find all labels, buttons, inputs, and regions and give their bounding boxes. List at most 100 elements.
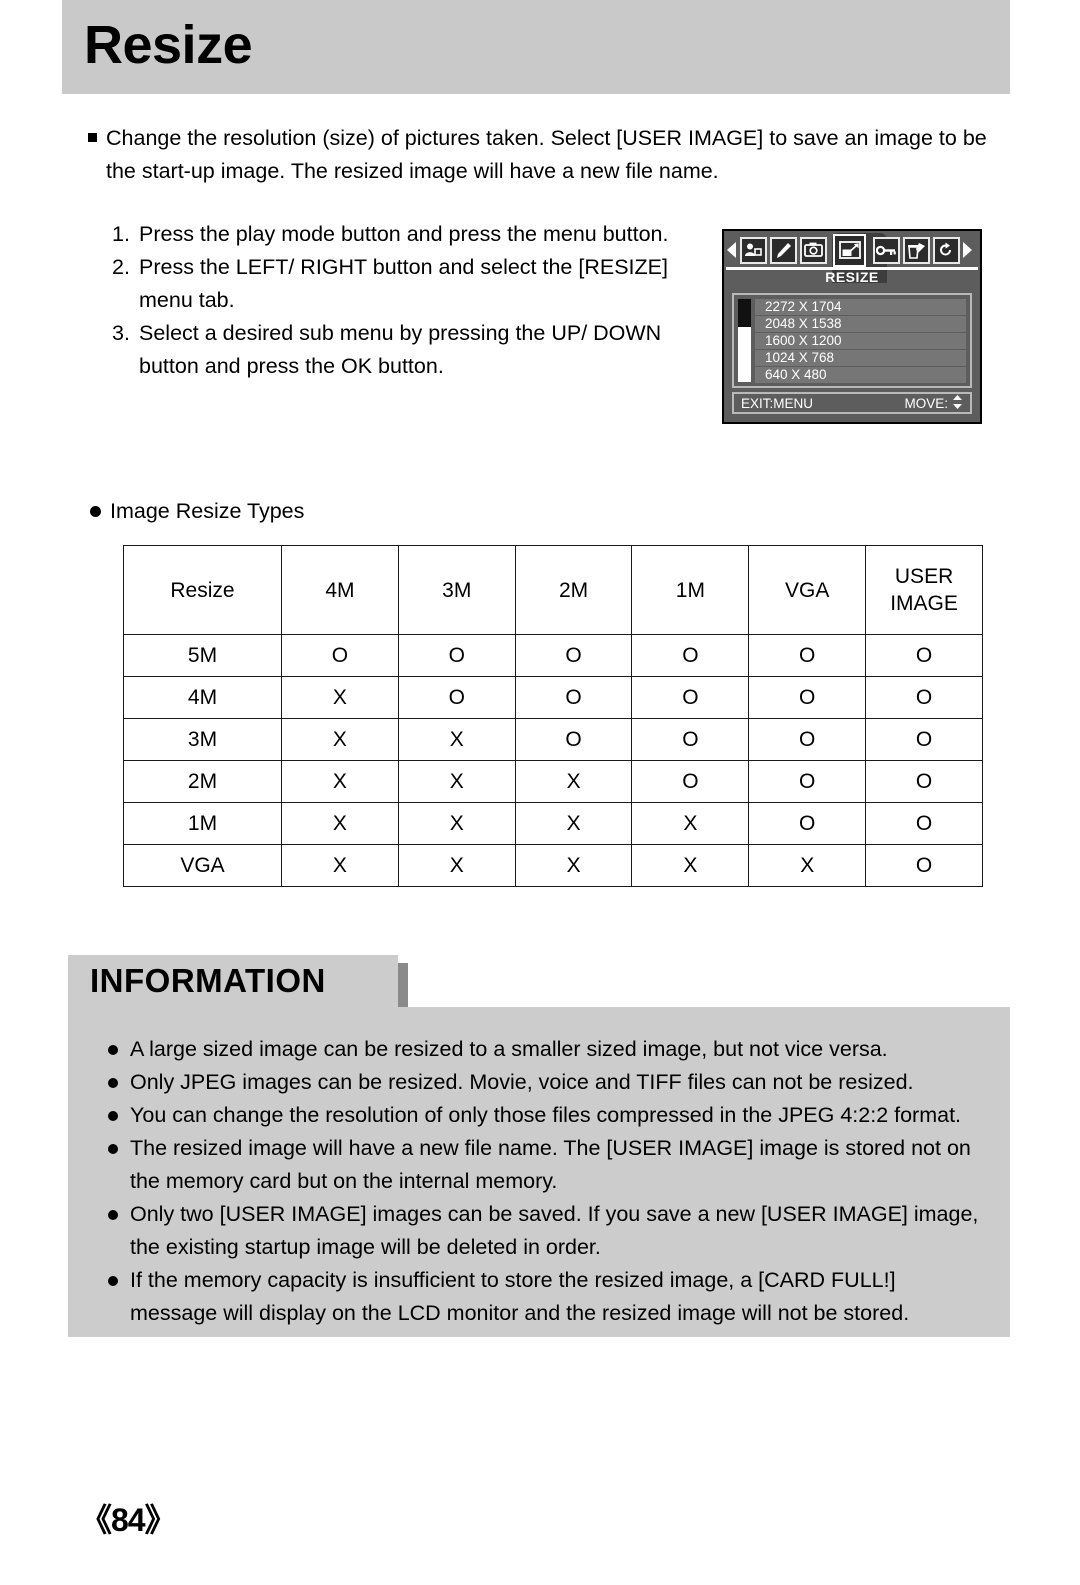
column-header-user-image: USER IMAGE [865,545,983,635]
column-header: 4M [281,545,399,635]
table-row: 1M X X X X O O [123,802,983,845]
scrollbar[interactable] [738,299,751,382]
table-row: 4M X O O O O O [123,676,983,719]
table-cell: O [631,676,750,719]
list-item[interactable]: 1600 X 1200 [755,333,966,349]
round-bullet-icon [90,506,101,517]
table-cell: X [514,760,633,803]
list-item: The resized image will have a new file n… [108,1132,1010,1198]
list-item: You can change the resolution of only th… [108,1099,1010,1132]
round-bullet-icon [108,1132,130,1198]
intro-paragraph: Change the resolution (size) of pictures… [88,122,988,188]
image-resize-types-table: Resize 4M 3M 2M 1M VGA USER IMAGE 5M O O… [123,545,983,887]
resize-icon [838,241,861,259]
lcd-menu-tabs [724,231,980,269]
tab-delete[interactable] [902,236,930,264]
table-cell: O [397,676,516,719]
information-text-line-1: The resized image will have a new file n… [130,1136,971,1160]
row-label: 5M [123,634,282,677]
table-cell: O [865,844,983,887]
information-text: Only two [USER IMAGE] images can be save… [130,1198,1010,1264]
section-heading-image-resize-types: Image Resize Types [90,499,304,524]
lcd-screen-illustration: RESIZE 2272 X 1704 2048 X 1538 1600 X 12… [722,229,982,424]
column-header-line-2: IMAGE [890,592,958,615]
information-text: Only JPEG images can be resized. Movie, … [130,1066,1010,1099]
row-label: 2M [123,760,282,803]
trash-brush-icon [907,242,926,259]
step-number: 2. [112,255,130,279]
square-bullet-icon [88,133,97,142]
table-cell: X [281,802,399,845]
tab-protect[interactable] [872,236,900,264]
table-row: 5M O O O O O O [123,634,983,677]
page-title-band: Resize [62,0,1010,94]
list-item: 2. Press the LEFT/ RIGHT button and sele… [112,251,692,317]
tab-effect[interactable] [769,236,797,264]
round-bullet-icon [108,1033,130,1066]
list-item: 1. Press the play mode button and press … [112,218,692,251]
information-text: If the memory capacity is insufficient t… [130,1264,1010,1330]
table-cell: X [514,844,633,887]
table-cell: O [865,676,983,719]
table-cell: O [748,634,867,677]
table-cell: X [514,802,633,845]
column-header: VGA [748,545,867,635]
left-arrow-icon[interactable] [726,242,738,258]
round-bullet-icon [108,1198,130,1264]
column-header: 2M [514,545,633,635]
right-arrow-icon[interactable] [961,242,973,258]
steps-list: 1. Press the play mode button and press … [112,218,692,383]
intro-line-2: the start-up image. The resized image wi… [106,159,719,183]
table-cell: X [631,844,750,887]
list-item[interactable]: 640 X 480 [755,367,966,383]
row-label: VGA [123,844,282,887]
table-row: 3M X X O O O O [123,718,983,761]
information-heading-label: INFORMATION [90,962,326,999]
information-header: INFORMATION [68,955,398,1007]
list-item: A large sized image can be resized to a … [108,1033,1010,1066]
information-text: The resized image will have a new file n… [130,1132,1010,1198]
tab-rotate[interactable] [932,236,960,264]
table-cell: X [397,718,516,761]
row-label: 4M [123,676,282,719]
exit-menu-label: EXIT:MENU [741,395,814,411]
table-cell: O [865,802,983,845]
tab-dpof[interactable] [799,236,827,264]
up-down-arrow-icon [952,394,963,412]
lcd-menu-list: 2272 X 1704 2048 X 1538 1600 X 1200 1024… [732,293,972,388]
information-panel: A large sized image can be resized to a … [68,1007,1010,1337]
scrollbar-thumb[interactable] [738,299,751,328]
section-heading-label: Image Resize Types [110,499,305,523]
table-cell: O [397,634,516,677]
tab-resize[interactable] [833,233,866,267]
list-item[interactable]: 2048 X 1538 [755,316,966,332]
table-cell: O [748,802,867,845]
table-row: 2M X X X O O O [123,760,983,803]
round-bullet-icon [108,1099,130,1132]
information-text-line-2: the existing startup image will be delet… [130,1235,601,1259]
list-item: Only JPEG images can be resized. Movie, … [108,1066,1010,1099]
list-item[interactable]: 1024 X 768 [755,350,966,366]
table-cell: O [865,760,983,803]
column-header: Resize [123,545,282,635]
table-row: VGA X X X X X O [123,844,983,887]
table-cell: O [514,676,633,719]
step-text: Press the play mode button and press the… [139,222,669,246]
table-cell: X [281,760,399,803]
information-text: A large sized image can be resized to a … [130,1033,1010,1066]
table-header-row: Resize 4M 3M 2M 1M VGA USER IMAGE [123,545,983,635]
table-cell: O [865,634,983,677]
list-item: Only two [USER IMAGE] images can be save… [108,1198,1010,1264]
information-text-line-1: Only JPEG images can be resized. Movie, … [130,1070,914,1094]
list-item[interactable]: 2272 X 1704 [755,299,966,315]
row-label: 3M [123,718,282,761]
information-text-line-1: Only two [USER IMAGE] images can be save… [130,1202,979,1226]
table-cell: X [397,844,516,887]
lcd-menu-title: RESIZE [825,269,879,285]
move-label: MOVE: [904,395,948,411]
tab-user-image[interactable] [739,236,767,264]
lcd-items-container: 2272 X 1704 2048 X 1538 1600 X 1200 1024… [755,295,970,386]
column-header: 3M [397,545,516,635]
step-number: 3. [112,321,130,345]
information-text-line-1: You can change the resolution of only th… [130,1103,962,1127]
